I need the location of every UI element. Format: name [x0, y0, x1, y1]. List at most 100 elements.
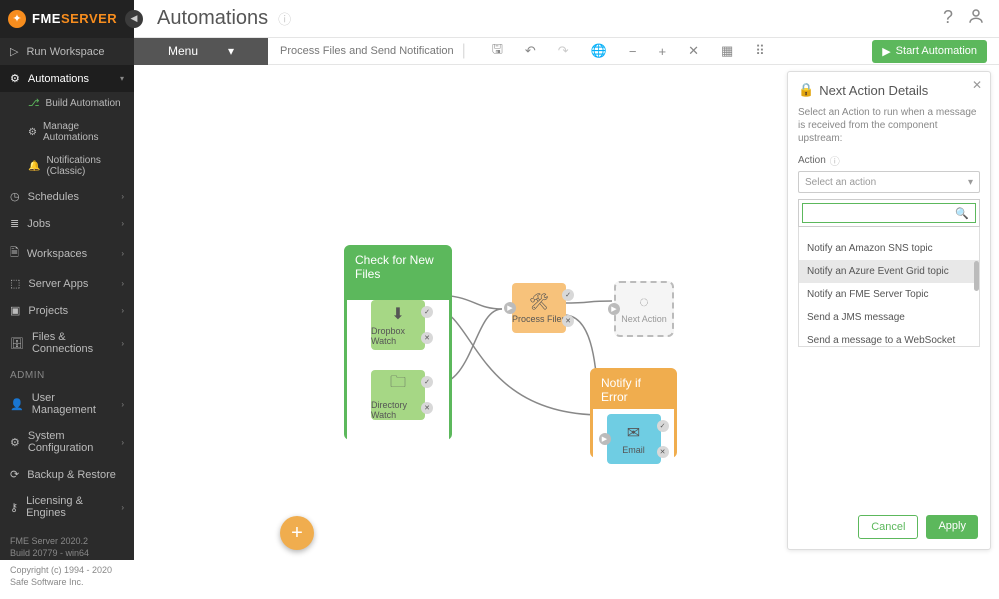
sidebar: ▷ Run Workspace ⚙ Automations ▾ ⎇ Build … [0, 38, 134, 560]
scrollbar[interactable] [974, 261, 979, 291]
sidebar-sub-label: Manage Automations [43, 121, 124, 143]
play-icon: ▷ [10, 45, 18, 58]
branch-icon: ⎇ [28, 98, 40, 109]
start-label: Start Automation [896, 45, 977, 57]
sidebar-sub-build-automation[interactable]: ⎇ Build Automation [0, 92, 134, 115]
cancel-button[interactable]: Cancel [858, 515, 918, 539]
toolbar: Menu ▾ Process Files and Send Notificati… [134, 38, 999, 65]
sidebar-item-workspaces[interactable]: 🗎Workspaces› [0, 237, 134, 270]
option-fme-topic[interactable]: Notify an FME Server Topic [799, 283, 979, 306]
gear-icon: ⚙ [28, 127, 37, 138]
option-sns[interactable]: Notify an Amazon SNS topic [799, 237, 979, 260]
collapse-sidebar-button[interactable]: ◀ [125, 10, 143, 28]
chevron-right-icon: › [121, 219, 124, 228]
gear-icon: ⚙ [10, 436, 20, 449]
zoom-in-icon[interactable]: + [658, 44, 666, 59]
sidebar-label: Schedules [28, 191, 79, 203]
option-jms[interactable]: Send a JMS message [799, 306, 979, 329]
doc-icon: 🗎 [10, 244, 19, 263]
lock-icon: 🔒 [798, 82, 814, 98]
node-dropbox-watch[interactable]: ⬇ Dropbox Watch ✓ ✕ [371, 300, 425, 350]
info-icon[interactable]: ⓘ [830, 153, 840, 168]
chevron-down-icon: ▾ [228, 44, 234, 58]
select-placeholder: Select an action [805, 177, 876, 188]
sidebar-label: Run Workspace [26, 46, 104, 58]
search-input[interactable] [809, 208, 955, 219]
details-panel: ✕ 🔒 Next Action Details Select an Action… [787, 71, 991, 550]
panel-title: Next Action Details [819, 83, 928, 98]
action-select[interactable]: Select an action ▾ [798, 171, 980, 193]
menu-label: Menu [168, 44, 198, 58]
globe-icon[interactable]: 🌐 [591, 43, 607, 59]
logo-fme: FME [32, 11, 61, 26]
node-process-files[interactable]: ▶ 🛠 Process Files ✓ ✕ [512, 283, 566, 333]
sidebar-item-schedules[interactable]: ◷Schedules› [0, 183, 134, 210]
group-check-new-files[interactable]: Check for New Files ⬇ Dropbox Watch ✓ ✕ … [344, 245, 452, 440]
sidebar-sub-manage-automations[interactable]: ⚙ Manage Automations [0, 115, 134, 149]
add-node-button[interactable]: + [280, 516, 314, 550]
sidebar-sub-label: Build Automation [46, 98, 121, 109]
redo-icon[interactable]: ↷ [558, 43, 569, 59]
port-success[interactable]: ✓ [421, 306, 433, 318]
sidebar-item-projects[interactable]: ▣Projects› [0, 297, 134, 324]
sidebar-item-run-workspace[interactable]: ▷ Run Workspace [0, 38, 134, 65]
apps-icon: ⬚ [10, 277, 20, 290]
chevron-right-icon: › [121, 339, 124, 348]
port-in[interactable]: ▶ [504, 302, 516, 314]
user-icon[interactable] [967, 7, 985, 30]
dots-icon[interactable]: ⠿ [755, 43, 765, 59]
sidebar-item-backup[interactable]: ⟳ Backup & Restore [0, 461, 134, 488]
chevron-right-icon: › [121, 279, 124, 288]
sidebar-item-server-apps[interactable]: ⬚ Server Apps › [0, 270, 134, 297]
port-in[interactable]: ▶ [608, 303, 620, 315]
sidebar-item-files[interactable]: 🗄Files & Connections› [0, 324, 134, 362]
start-automation-button[interactable]: ▶ Start Automation [872, 40, 987, 63]
port-success[interactable]: ✓ [562, 289, 574, 301]
port-in[interactable]: ▶ [599, 433, 611, 445]
port-fail[interactable]: ✕ [421, 332, 433, 344]
group-notify-error[interactable]: Notify if Error ▶ ✉ Email ✓ ✕ [590, 368, 677, 458]
option-truncated[interactable] [799, 227, 979, 237]
node-directory-watch[interactable]: 🗀 Directory Watch ✓ ✕ [371, 370, 425, 420]
sidebar-item-sys-config[interactable]: ⚙System Configuration› [0, 423, 134, 461]
node-email[interactable]: ▶ ✉ Email ✓ ✕ [607, 414, 661, 464]
option-websocket[interactable]: Send a message to a WebSocket channel [799, 329, 979, 347]
port-fail[interactable]: ✕ [562, 315, 574, 327]
action-search[interactable]: 🔍 [802, 203, 976, 223]
footer-line: Safe Software Inc. [10, 577, 124, 589]
node-label: Process Files [512, 314, 566, 324]
sidebar-label: Server Apps [28, 278, 88, 290]
help-icon[interactable]: ? [943, 7, 953, 30]
list-icon: ≣ [10, 217, 19, 230]
backup-icon: ⟳ [10, 468, 19, 481]
node-label: Dropbox Watch [371, 326, 425, 346]
port-fail[interactable]: ✕ [657, 446, 669, 458]
dropbox-icon: ⬇ [391, 304, 404, 324]
chevron-right-icon: › [121, 400, 124, 409]
info-icon[interactable]: ⓘ [278, 9, 291, 28]
save-icon[interactable]: 🖫 [492, 40, 503, 62]
close-icon[interactable]: ✕ [972, 78, 982, 92]
zoom-out-icon[interactable]: − [629, 44, 637, 59]
port-success[interactable]: ✓ [421, 376, 433, 388]
sidebar-item-jobs[interactable]: ≣Jobs› [0, 210, 134, 237]
fit-icon[interactable]: ✕ [688, 43, 699, 59]
port-success[interactable]: ✓ [657, 420, 669, 432]
sidebar-item-automations[interactable]: ⚙ Automations ▾ [0, 65, 134, 92]
chevron-down-icon: ▾ [968, 177, 973, 188]
undo-icon[interactable]: ↶ [525, 43, 536, 59]
sidebar-section-admin: ADMIN [0, 362, 134, 385]
option-azure[interactable]: Notify an Azure Event Grid topic [799, 260, 979, 283]
sidebar-sub-notifications[interactable]: 🔔 Notifications (Classic) [0, 149, 134, 183]
apply-button[interactable]: Apply [926, 515, 978, 539]
sidebar-item-licensing[interactable]: ⚷Licensing & Engines› [0, 488, 134, 526]
mail-icon: ✉ [627, 423, 640, 443]
port-fail[interactable]: ✕ [421, 402, 433, 414]
grid-icon[interactable]: ▦ [721, 43, 733, 59]
sidebar-item-user-mgmt[interactable]: 👤User Management› [0, 385, 134, 423]
menu-dropdown[interactable]: Menu ▾ [134, 38, 268, 65]
logo: ✦ FMESERVER [0, 0, 134, 38]
sidebar-label: Backup & Restore [27, 469, 116, 481]
node-next-action[interactable]: ▶ ◌ Next Action [614, 281, 674, 337]
db-icon: 🗄 [10, 337, 24, 350]
